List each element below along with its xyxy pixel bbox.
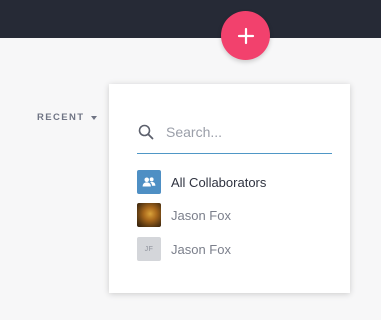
list-item-label: All Collaborators	[171, 174, 267, 190]
list-item-collaborator[interactable]: Jason Fox	[137, 203, 332, 227]
search-input[interactable]	[166, 122, 326, 142]
avatar	[137, 203, 161, 227]
recent-filter-dropdown[interactable]: RECENT	[37, 112, 98, 123]
caret-down-icon	[91, 115, 98, 120]
list-item-label: Jason Fox	[171, 207, 231, 223]
search-icon	[138, 124, 154, 140]
search-field	[137, 122, 332, 154]
collaborator-dropdown: All Collaborators Jason Fox JF Jason Fox	[109, 84, 350, 293]
add-button[interactable]	[221, 11, 270, 60]
list-item-all-collaborators[interactable]: All Collaborators	[137, 170, 332, 194]
avatar-initials: JF	[144, 245, 154, 253]
list-item-label: Jason Fox	[171, 241, 231, 257]
avatar: JF	[137, 237, 161, 261]
plus-icon	[237, 27, 254, 44]
list-item-collaborator[interactable]: JF Jason Fox	[137, 237, 332, 261]
top-bar	[0, 0, 381, 38]
group-icon	[137, 170, 161, 194]
recent-filter-label: RECENT	[37, 112, 85, 123]
